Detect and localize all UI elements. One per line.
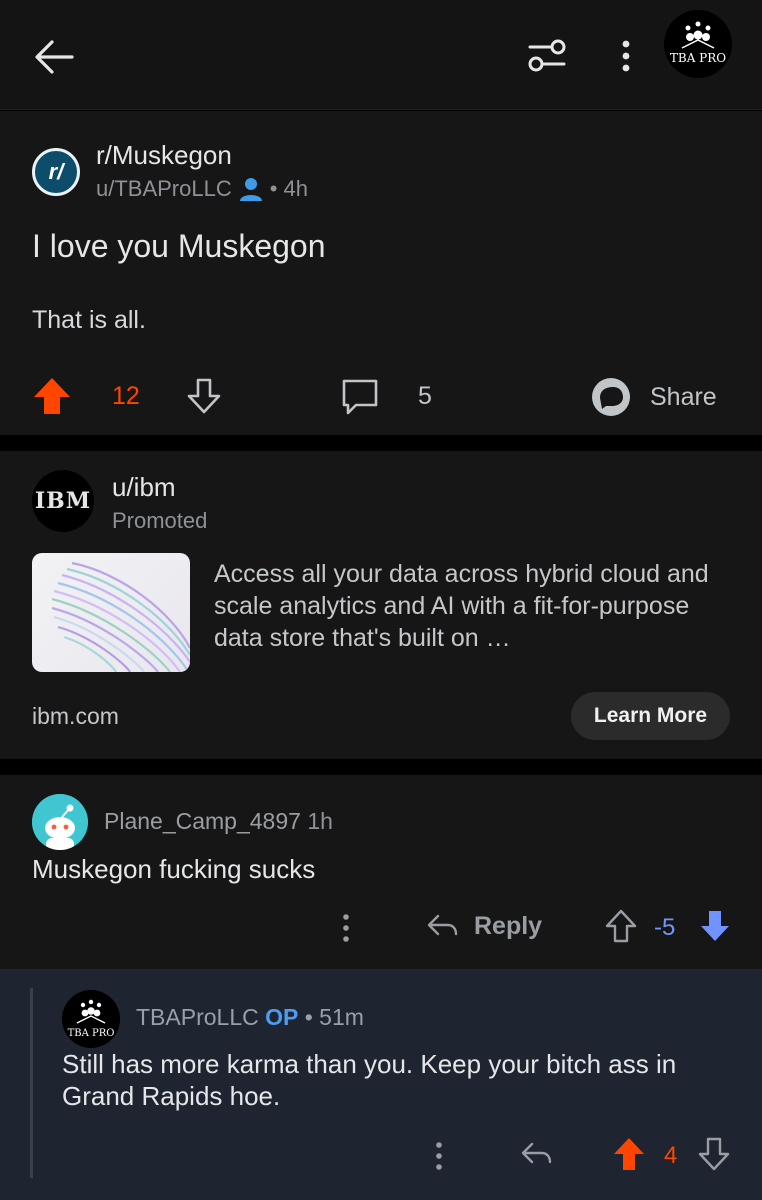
subreddit-icon[interactable]: r/ [32,148,80,196]
downvote-button[interactable] [184,376,224,416]
reply-meta: TBAProLLC OP • 51m [136,1004,364,1031]
abstract-lines-image-icon [51,561,190,672]
svg-text:TBA PRO: TBA PRO [670,51,726,65]
comment-downvote-button[interactable] [698,908,732,944]
op-badge: OP [265,1004,299,1030]
top-bar: TBA PRO [0,0,762,110]
reply-more-button[interactable] [431,1136,447,1176]
comment-meta: Plane_Camp_4897 1h [104,808,333,835]
subreddit-name[interactable]: r/Muskegon [96,140,232,171]
reply-label: Reply [474,911,543,940]
comment-upvote-button[interactable] [604,908,638,944]
comment-count: 5 [418,382,432,410]
learn-more-button[interactable]: Learn More [571,692,730,740]
reply-to-comment-button[interactable] [518,1136,554,1172]
comment-action-bar: Reply -5 [0,904,762,952]
upvote-outline-icon [605,909,637,943]
tba-pro-logo-icon: TBA PRO [664,10,732,78]
promoted-label: Promoted [112,508,208,533]
upvote-filled-icon [614,1138,644,1170]
comment-bubble-icon [342,379,378,415]
reply-arrow-icon [427,914,458,936]
user-profile-icon [239,178,262,201]
comment-more-button[interactable] [338,908,354,948]
vertical-dots-icon [436,1142,442,1170]
post-age: • 4h [269,176,309,201]
post-score: 12 [112,382,140,410]
svg-text:TBA PRO: TBA PRO [68,1028,115,1039]
post-author[interactable]: u/TBAProLLC [96,176,232,202]
comments-button[interactable] [340,376,380,416]
upvote-button[interactable] [32,376,72,416]
tba-pro-logo-icon: TBA PRO [62,990,120,1048]
snoo-avatar-icon [32,794,88,850]
avatar[interactable] [32,794,88,850]
ibm-logo[interactable]: IBM [32,470,94,532]
post-title: I love you Muskegon [32,228,326,264]
sort-filter-button[interactable] [522,34,572,78]
ad-thumbnail[interactable] [32,553,190,672]
reply-upvote-button[interactable] [612,1136,646,1172]
vertical-dots-icon [343,914,349,942]
reply-body: Still has more karma than you. Keep your… [62,1049,677,1111]
ad-domain[interactable]: ibm.com [32,703,119,730]
comment-author[interactable]: Plane_Camp_4897 [104,808,301,834]
share-button[interactable]: Share [590,374,717,420]
more-options-button[interactable] [610,36,642,78]
reply-age: • 51m [304,1004,364,1030]
downvote-outline-icon [698,1137,730,1171]
reply-author[interactable]: TBAProLLC [136,1004,259,1030]
share-label: Share [650,382,717,411]
post-body: That is all. [32,306,146,334]
post-action-bar: 12 5 Share [0,370,762,424]
upvote-filled-icon [34,378,70,414]
share-icon [592,378,630,416]
reply-arrow-icon [521,1142,552,1164]
ad-user[interactable]: u/ibm [112,472,176,503]
avatar[interactable]: TBA PRO [62,990,120,1048]
comment-body: Muskegon fucking sucks [32,854,316,884]
reply-score: 4 [664,1142,678,1169]
downvote-filled-icon [701,911,729,941]
ad-description[interactable]: Access all your data across hybrid cloud… [214,558,724,654]
reply-action-bar: 4 [0,1134,762,1178]
back-button[interactable] [30,32,80,82]
reply-button[interactable]: Reply [424,908,542,944]
reply-downvote-button[interactable] [697,1136,731,1172]
arrow-left-icon [35,40,74,74]
comment-score: -5 [654,914,676,941]
vertical-dots-icon [622,40,630,72]
post-author-line: u/TBAProLLC • 4h [96,176,308,202]
sliders-icon [528,39,566,72]
user-avatar[interactable]: TBA PRO [664,10,732,78]
comment-age: 1h [307,808,333,834]
downvote-outline-icon [187,378,221,414]
